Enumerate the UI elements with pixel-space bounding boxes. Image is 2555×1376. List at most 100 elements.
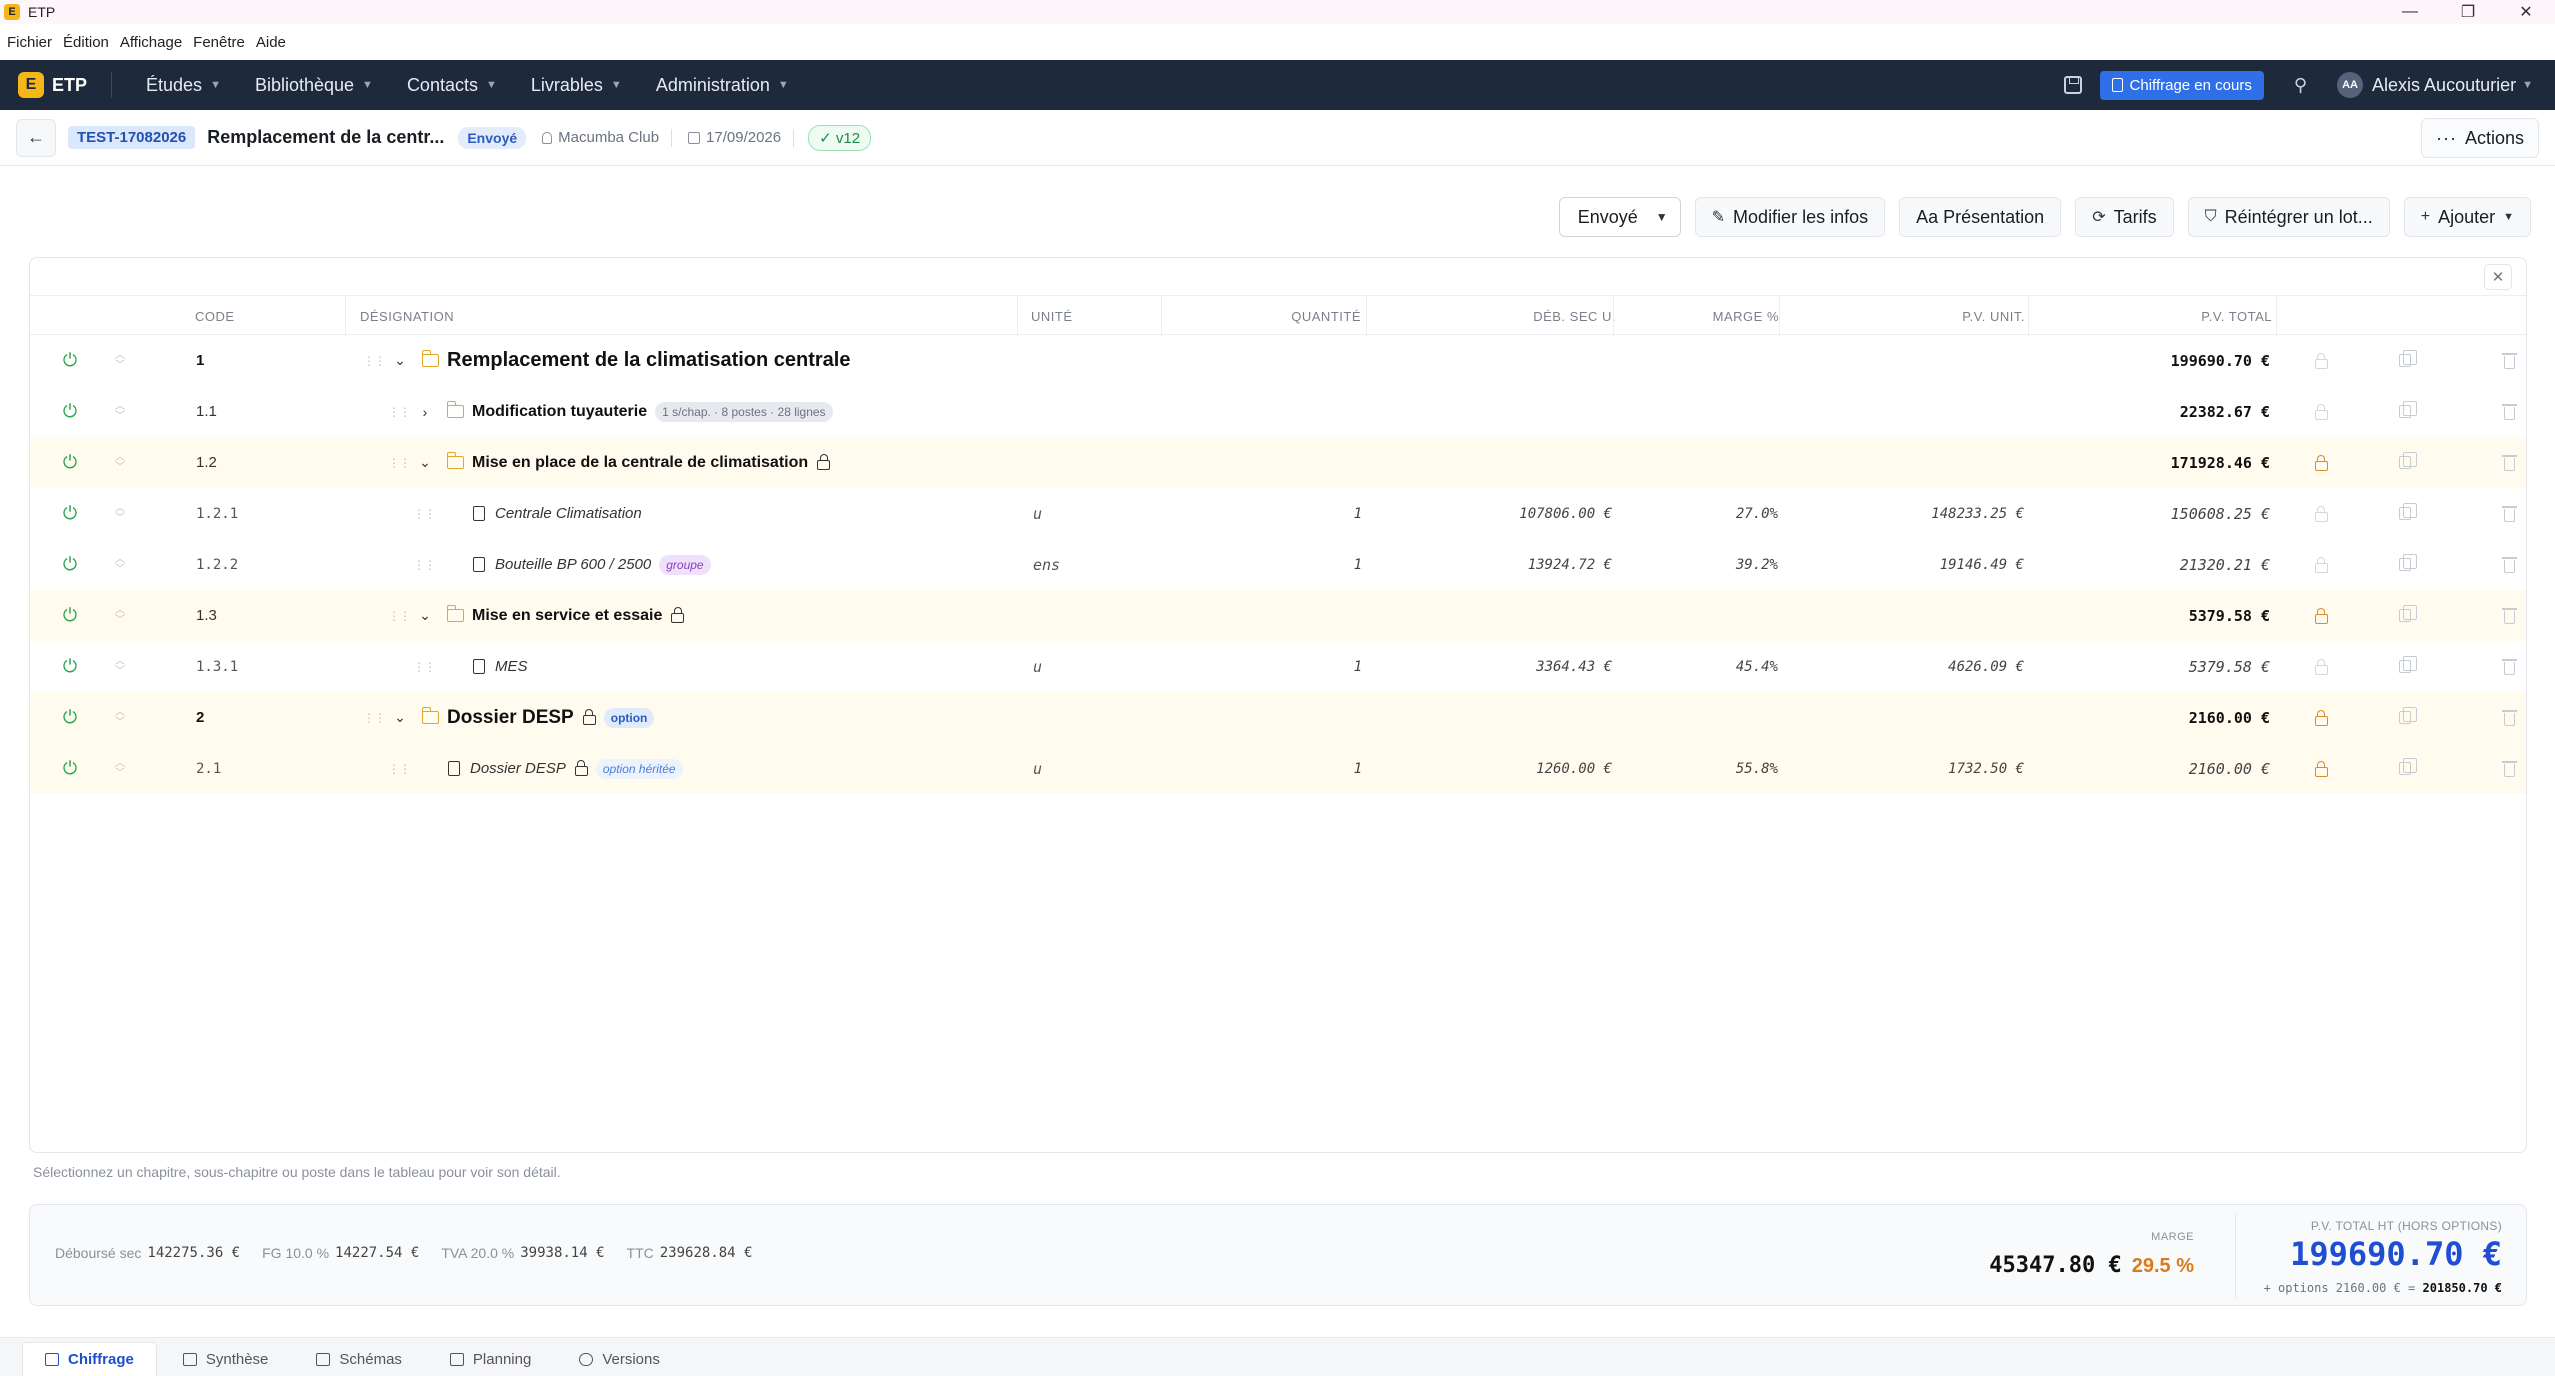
table-row[interactable]: ⏻ ︿ ﹀ 1.2.1 ⋮⋮ Centrale Climatisation u 1…	[30, 488, 2526, 539]
lock-icon[interactable]	[2311, 590, 2331, 641]
actions-button[interactable]: ··· Actions	[2420, 118, 2539, 158]
drag-handle-icon[interactable]: ⋮⋮	[388, 743, 411, 794]
lock-icon[interactable]	[2311, 641, 2331, 692]
reorder-arrows[interactable]: ︿ ﹀	[110, 743, 130, 794]
row-designation[interactable]: Mise en service et essaie	[446, 590, 685, 641]
table-row[interactable]: ⏻ ︿ ﹀ 1.2.2 ⋮⋮ Bouteille BP 600 / 2500 gro…	[30, 539, 2526, 590]
drag-handle-icon[interactable]: ⋮⋮	[413, 539, 436, 590]
reorder-arrows[interactable]: ︿ ﹀	[110, 641, 130, 692]
pin-icon[interactable]: ⚲	[2294, 75, 2307, 96]
copy-icon[interactable]	[2395, 590, 2417, 641]
tarifs-button[interactable]: ⟳ Tarifs	[2075, 197, 2174, 237]
tab-chiffrage[interactable]: Chiffrage	[22, 1342, 157, 1376]
table-row[interactable]: ⏻ ︿ ﹀ 1.3.1 ⋮⋮ MES u 1 3364.43 € 45.4% 46…	[30, 641, 2526, 692]
power-icon[interactable]: ⏻	[58, 488, 82, 539]
lock-icon[interactable]	[2311, 386, 2331, 437]
col-unite[interactable]: UNITÉ	[1031, 296, 1073, 336]
lock-icon[interactable]	[2311, 539, 2331, 590]
presentation-button[interactable]: Aa Présentation	[1899, 197, 2062, 237]
row-designation[interactable]: Dossier DESP option héritée	[448, 743, 683, 794]
table-row[interactable]: ⏻ ︿ ﹀ 1.3 ⋮⋮ ⌄ Mise en service et essaie …	[30, 590, 2526, 641]
lock-icon[interactable]	[2311, 743, 2331, 794]
menu-aide[interactable]: Aide	[256, 34, 286, 51]
power-icon[interactable]: ⏻	[58, 539, 82, 590]
chevron-down-icon[interactable]: ⌄	[417, 590, 433, 641]
copy-icon[interactable]	[2395, 335, 2417, 386]
tab-schemas[interactable]: Schémas	[294, 1342, 424, 1376]
row-designation[interactable]: Modification tuyauterie 1 s/chap. · 8 pos…	[446, 386, 833, 437]
power-icon[interactable]: ⏻	[58, 692, 82, 743]
col-quantite[interactable]: QUANTITÉ	[1161, 296, 1361, 336]
chevron-down-icon[interactable]: ⌄	[417, 437, 433, 488]
row-designation[interactable]: Mise en place de la centrale de climatis…	[446, 437, 831, 488]
row-designation[interactable]: Remplacement de la climatisation central…	[421, 335, 851, 386]
menu-edition[interactable]: Édition	[63, 34, 109, 51]
nav-livrables[interactable]: Livrables ▼	[531, 75, 622, 96]
logo-icon[interactable]: E	[18, 72, 44, 98]
trash-icon[interactable]	[2499, 692, 2519, 743]
lock-icon[interactable]	[2311, 335, 2331, 386]
reorder-arrows[interactable]: ︿ ﹀	[110, 539, 130, 590]
table-row[interactable]: ⏻ ︿ ﹀ 2 ⋮⋮ ⌄ Dossier DESP option 2160.00 €	[30, 692, 2526, 743]
reorder-arrows[interactable]: ︿ ﹀	[110, 590, 130, 641]
col-pv-total[interactable]: P.V. TOTAL	[2028, 296, 2272, 336]
drag-handle-icon[interactable]: ⋮⋮	[413, 488, 436, 539]
power-icon[interactable]: ⏻	[58, 437, 82, 488]
trash-icon[interactable]	[2499, 335, 2519, 386]
back-button[interactable]: ←	[16, 118, 56, 157]
power-icon[interactable]: ⏻	[58, 590, 82, 641]
minimize-button[interactable]: —	[2381, 0, 2439, 24]
col-pv-unit[interactable]: P.V. UNIT.	[1779, 296, 2025, 336]
power-icon[interactable]: ⏻	[58, 335, 82, 386]
tab-versions[interactable]: Versions	[557, 1342, 682, 1376]
trash-icon[interactable]	[2499, 641, 2519, 692]
ajouter-button[interactable]: + Ajouter ▼	[2403, 197, 2531, 237]
drag-handle-icon[interactable]: ⋮⋮	[388, 386, 411, 437]
reorder-arrows[interactable]: ︿ ﹀	[110, 335, 130, 386]
lock-icon[interactable]	[2311, 488, 2331, 539]
tab-planning[interactable]: Planning	[428, 1342, 553, 1376]
power-icon[interactable]: ⏻	[58, 743, 82, 794]
trash-icon[interactable]	[2499, 437, 2519, 488]
chevron-down-icon[interactable]: ▼	[2522, 79, 2533, 91]
col-marge[interactable]: MARGE %	[1613, 296, 1779, 336]
trash-icon[interactable]	[2499, 539, 2519, 590]
copy-icon[interactable]	[2395, 692, 2417, 743]
lock-icon[interactable]	[2311, 692, 2331, 743]
modifier-infos-button[interactable]: ✎ Modifier les infos	[1694, 197, 1886, 237]
menu-fenetre[interactable]: Fenêtre	[193, 34, 245, 51]
trash-icon[interactable]	[2499, 743, 2519, 794]
row-designation[interactable]: MES	[473, 641, 528, 692]
table-row[interactable]: ⏻ ︿ ﹀ 1.1 ⋮⋮ › Modification tuyauterie 1 s…	[30, 386, 2526, 437]
row-designation[interactable]: Dossier DESP option	[421, 692, 655, 743]
lock-icon[interactable]	[2311, 437, 2331, 488]
avatar[interactable]: AA	[2337, 72, 2364, 98]
drag-handle-icon[interactable]: ⋮⋮	[363, 692, 386, 743]
power-icon[interactable]: ⏻	[58, 641, 82, 692]
drag-handle-icon[interactable]: ⋮⋮	[363, 335, 386, 386]
nav-administration[interactable]: Administration ▼	[656, 75, 789, 96]
reorder-arrows[interactable]: ︿ ﹀	[110, 692, 130, 743]
copy-icon[interactable]	[2395, 437, 2417, 488]
nav-etudes[interactable]: Études ▼	[146, 75, 221, 96]
power-icon[interactable]: ⏻	[58, 386, 82, 437]
reorder-arrows[interactable]: ︿ ﹀	[110, 437, 130, 488]
close-icon[interactable]: ✕	[2484, 264, 2512, 290]
user-name[interactable]: Alexis Aucouturier	[2372, 75, 2516, 96]
menu-fichier[interactable]: Fichier	[7, 34, 52, 51]
col-code[interactable]: CODE	[195, 296, 235, 336]
drag-handle-icon[interactable]: ⋮⋮	[388, 590, 411, 641]
copy-icon[interactable]	[2395, 641, 2417, 692]
reorder-arrows[interactable]: ︿ ﹀	[110, 488, 130, 539]
row-designation[interactable]: Bouteille BP 600 / 2500 groupe	[473, 539, 711, 590]
nav-contacts[interactable]: Contacts ▼	[407, 75, 497, 96]
chevron-down-icon[interactable]: ⌄	[392, 692, 408, 743]
copy-icon[interactable]	[2395, 539, 2417, 590]
row-designation[interactable]: Centrale Climatisation	[473, 488, 642, 539]
copy-icon[interactable]	[2395, 488, 2417, 539]
table-row[interactable]: ⏻ ︿ ﹀ 2.1 ⋮⋮ Dossier DESP option héritée u…	[30, 743, 2526, 794]
chevron-right-icon[interactable]: ›	[417, 386, 433, 437]
restore-button[interactable]: ❐	[2439, 0, 2497, 24]
table-row[interactable]: ⏻ ︿ ﹀ 1.2 ⋮⋮ ⌄ Mise en place de la centra…	[30, 437, 2526, 488]
copy-icon[interactable]	[2395, 743, 2417, 794]
